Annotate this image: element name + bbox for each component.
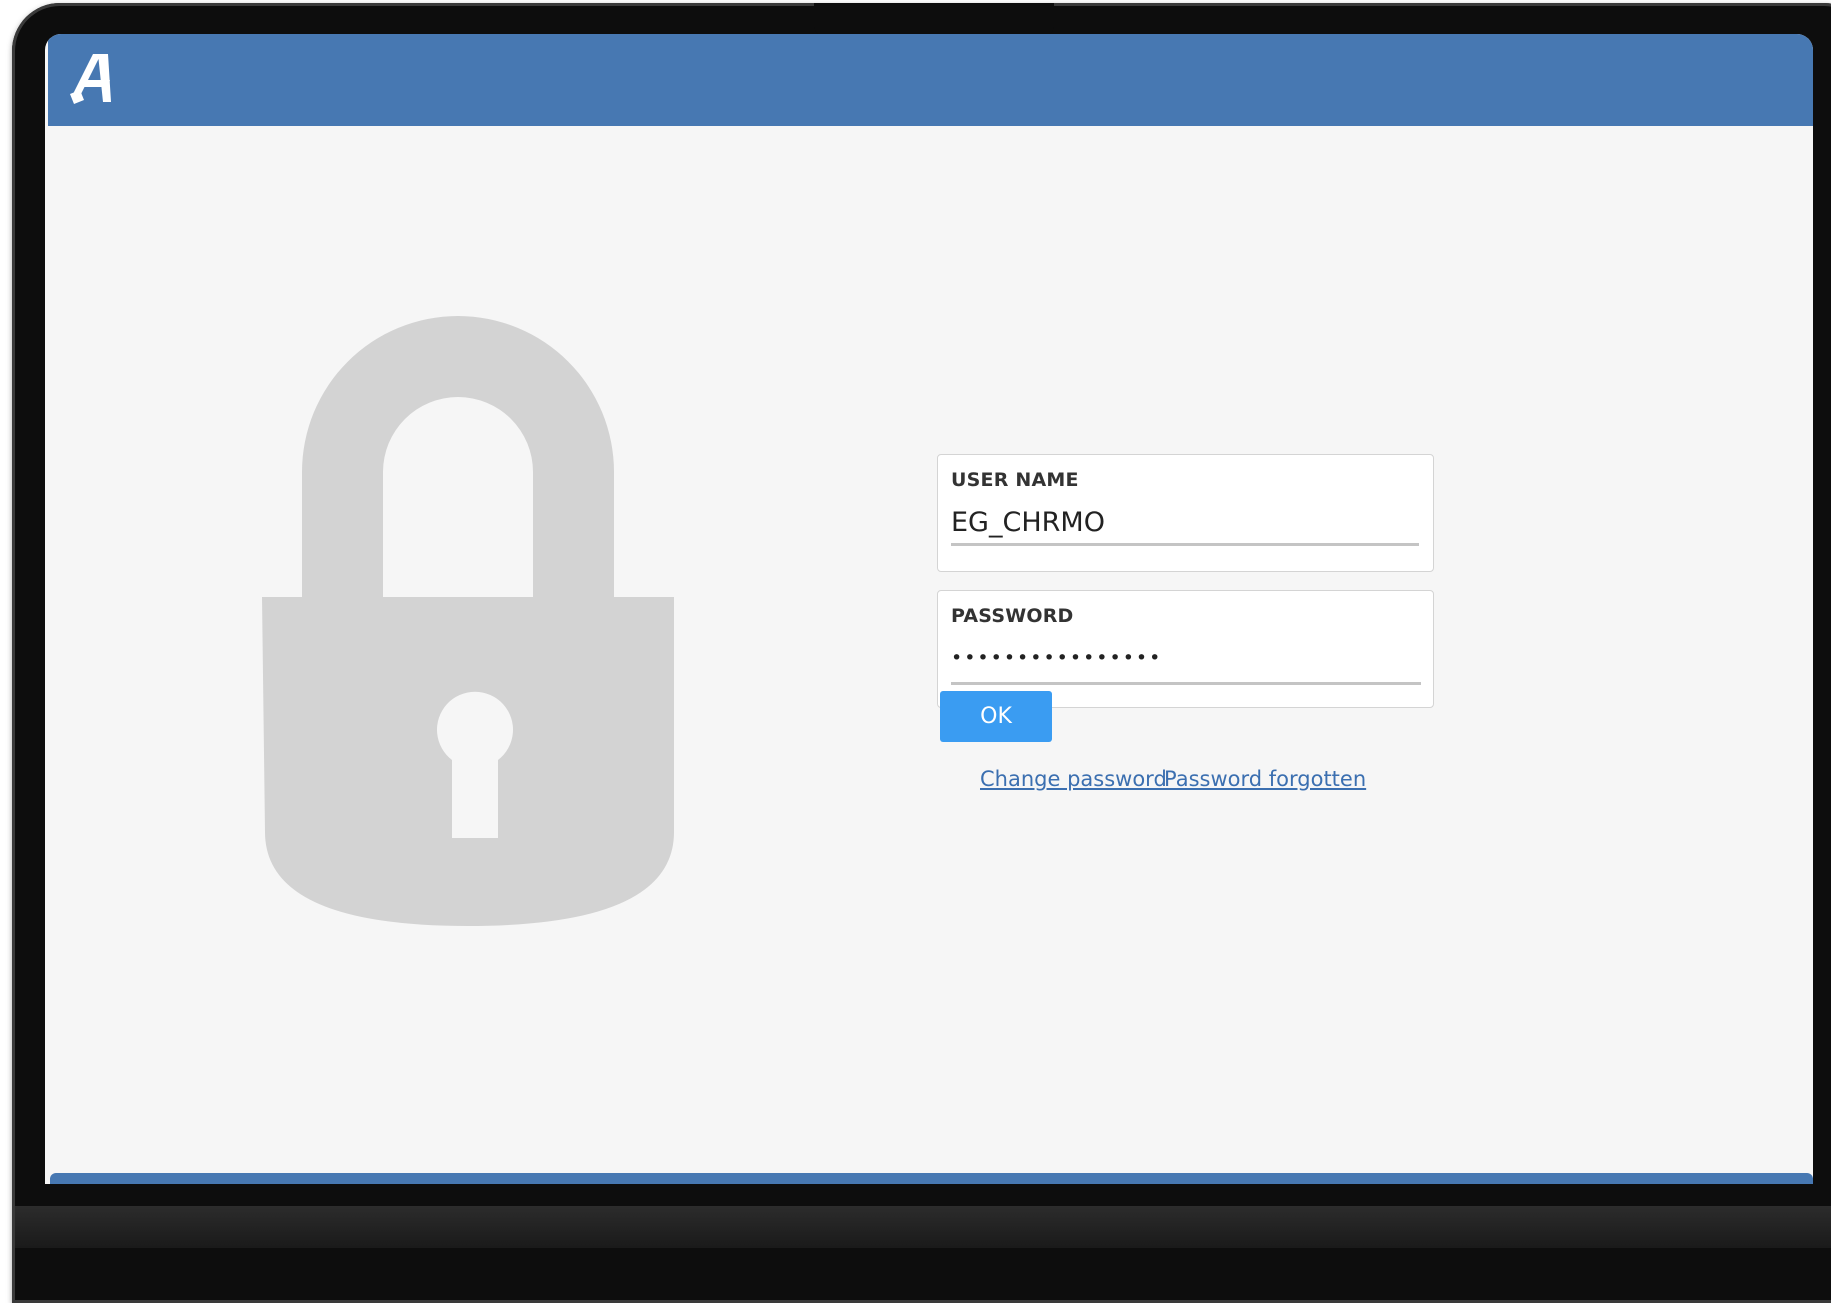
padlock-icon xyxy=(262,316,674,926)
username-field-group: USER NAME xyxy=(937,454,1434,572)
header-bar xyxy=(48,34,1813,126)
change-password-link[interactable]: Change password xyxy=(980,767,1167,791)
laptop-base xyxy=(15,1206,1831,1248)
username-label: USER NAME xyxy=(951,469,1079,491)
footer-bar xyxy=(50,1173,1813,1184)
password-underline xyxy=(951,682,1421,685)
password-input[interactable]: •••••••••••••••• xyxy=(951,649,1162,668)
app-logo-icon xyxy=(70,54,111,104)
username-input[interactable] xyxy=(951,501,1419,546)
camera-notch xyxy=(814,3,1054,36)
password-label: PASSWORD xyxy=(951,605,1074,627)
ok-button[interactable]: OK xyxy=(940,691,1052,742)
password-forgotten-link[interactable]: Password forgotten xyxy=(1164,767,1366,791)
